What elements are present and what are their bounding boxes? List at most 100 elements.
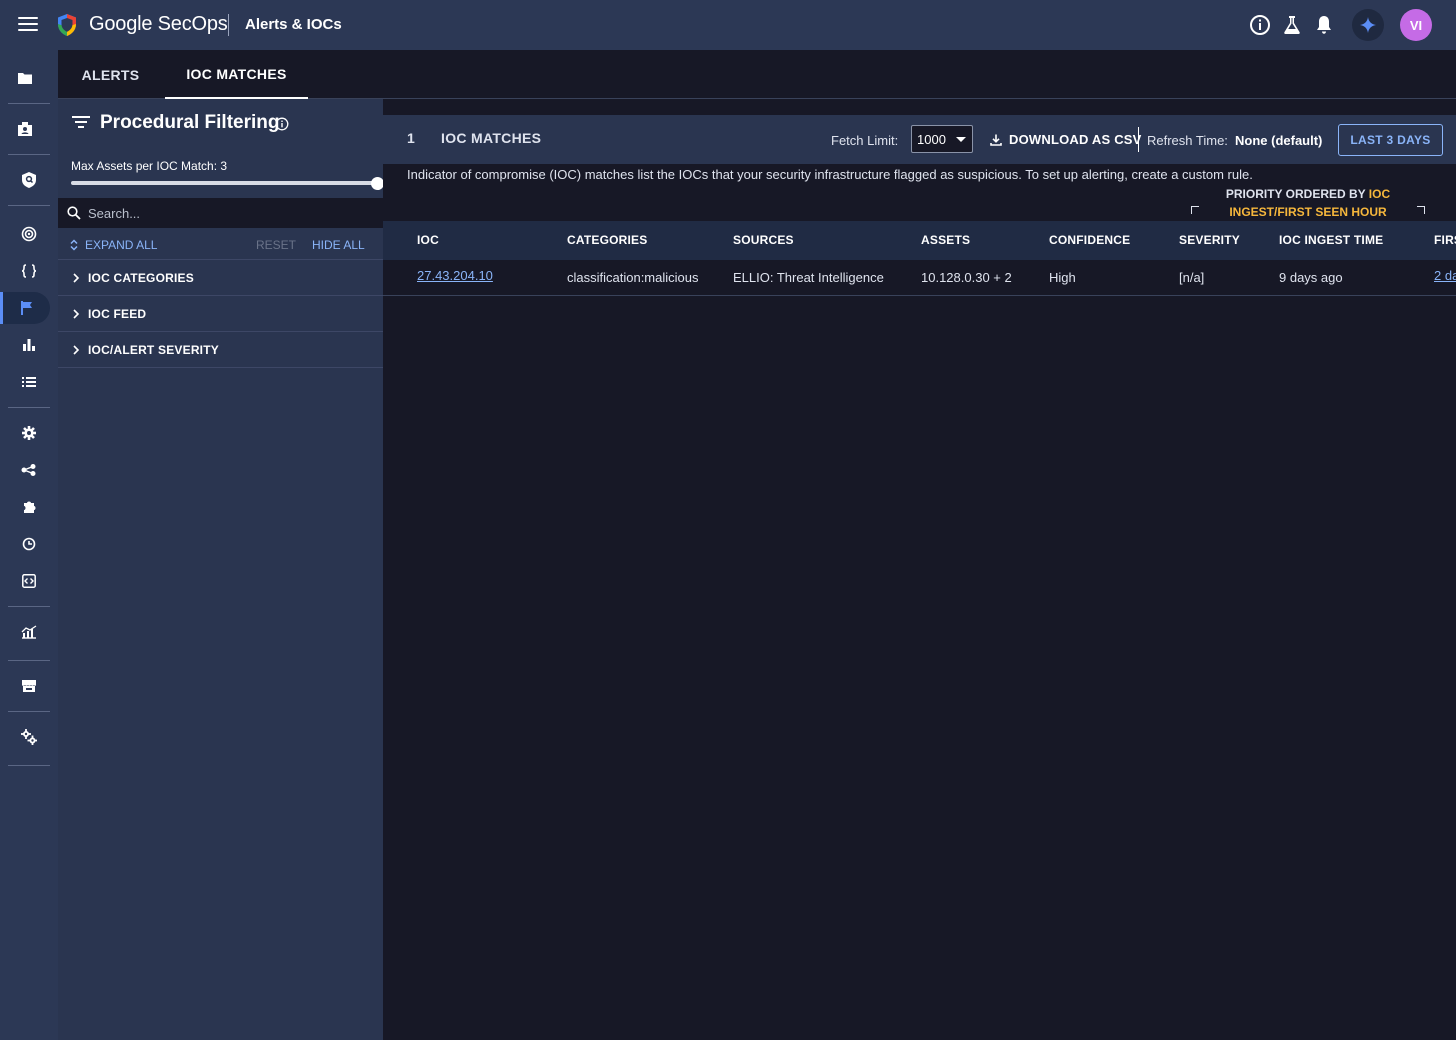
rail-list-icon[interactable] [8,366,50,398]
rail-analytics-icon[interactable] [8,616,50,648]
nav-rail [0,50,58,1040]
rail-divider [8,606,50,607]
rail-divider [8,660,50,661]
rail-integrations-puzzle-icon[interactable] [8,491,50,523]
cell-ingest-time: 9 days ago [1279,270,1343,285]
menu-icon[interactable] [18,17,38,33]
rail-cases-icon[interactable] [0,62,50,94]
rail-admin-gears-icon[interactable] [8,721,50,753]
rail-divider [8,154,50,155]
sparkle-icon [1360,17,1376,33]
col-ioc-ingest-time[interactable]: IOC INGEST TIME [1279,233,1383,247]
filter-list-icon [72,116,90,128]
section-label: IOC/ALERT SEVERITY [88,343,219,357]
rail-divider [8,103,50,104]
procedural-filter-panel: Procedural Filtering Max Assets per IOC … [58,99,384,1040]
dropdown-arrow-icon [956,137,966,142]
ioc-link[interactable]: 27.43.204.10 [417,268,493,283]
table-row[interactable]: 27.43.204.10 classification:malicious EL… [383,260,1456,296]
rail-graph-nodes-icon[interactable] [8,454,50,486]
refresh-time-label: Refresh Time: [1147,133,1228,148]
ioc-matches-main: 1 IOC MATCHES Fetch Limit: 1000 DOWNLOAD… [383,99,1456,1040]
section-ioc-feed[interactable]: IOC FEED [58,296,383,332]
download-icon [990,134,1002,146]
priority-prefix: PRIORITY ORDERED BY [1225,187,1369,201]
section-label: IOC FEED [88,307,147,321]
hide-all-button[interactable]: HIDE ALL [312,238,365,252]
rail-divider [8,407,50,408]
filter-panel-title: Procedural Filtering [100,112,280,133]
matches-toolbar: 1 IOC MATCHES Fetch Limit: 1000 DOWNLOAD… [383,115,1456,164]
match-count: 1 [407,130,415,146]
info-icon[interactable] [1248,13,1272,37]
priority-highlight-ioc: IOC [1368,187,1391,201]
fetch-limit-label: Fetch Limit: [831,133,899,148]
section-ioc-categories[interactable]: IOC CATEGORIES [58,260,383,296]
cell-first-seen-link[interactable]: 2 da [1434,268,1456,283]
download-label: DOWNLOAD AS CSV [1009,132,1142,147]
rail-divider [8,765,50,766]
refresh-time-value[interactable]: None (default) [1235,133,1322,148]
search-icon [67,206,81,220]
max-assets-slider[interactable] [71,176,384,190]
priority-ordering-label: PRIORITY ORDERED BY IOC INGEST/FIRST SEE… [1191,185,1425,221]
download-csv-button[interactable]: DOWNLOAD AS CSV [990,132,1142,147]
chevron-right-icon [73,345,80,355]
ioc-description: Indicator of compromise (IOC) matches li… [407,167,1253,182]
notifications-bell-icon[interactable] [1312,13,1336,37]
bracket-left [1191,206,1199,214]
col-ioc[interactable]: IOC [417,233,439,247]
reset-button[interactable]: RESET [256,238,296,252]
page-tabs: ALERTS IOC MATCHES [58,50,1456,99]
rail-soar-icon[interactable] [0,113,50,145]
cell-severity: [n/a] [1179,270,1205,285]
filter-search [58,198,383,228]
col-categories[interactable]: CATEGORIES [567,233,647,247]
search-input[interactable] [88,202,373,224]
app-title: Alerts & IOCs [245,16,342,33]
col-severity[interactable]: SEVERITY [1179,233,1240,247]
rail-marketplace-store-icon[interactable] [8,670,50,702]
section-label: IOC CATEGORIES [88,271,194,285]
cell-confidence: High [1049,270,1076,285]
rail-dashboards-bar-icon[interactable] [8,329,50,361]
expand-all-button[interactable]: EXPAND ALL [70,238,157,252]
rail-rules-braces-icon[interactable] [8,255,50,287]
fetch-limit-select[interactable]: 1000 [911,125,973,153]
info-icon[interactable] [275,117,289,131]
rail-divider [8,205,50,206]
filter-actions: EXPAND ALL RESET HIDE ALL [58,228,383,260]
rail-settings-gear-icon[interactable] [8,417,50,449]
priority-highlight-hour: INGEST/FIRST SEEN HOUR [1229,205,1387,219]
cell-categories: classification:malicious [567,270,699,285]
user-avatar[interactable]: VI [1400,9,1432,41]
expand-all-label: EXPAND ALL [85,238,158,252]
unfold-more-icon [70,239,78,251]
section-ioc-alert-severity[interactable]: IOC/ALERT SEVERITY [58,332,383,368]
rail-history-clock-icon[interactable] [8,528,50,560]
col-first-seen[interactable]: FIRS [1434,233,1456,247]
chevron-right-icon [73,273,80,283]
secops-logo-icon [58,14,76,36]
toolbar-divider [1138,127,1139,152]
col-assets[interactable]: ASSETS [921,233,970,247]
gemini-sparkle-button[interactable] [1352,9,1384,41]
top-bar: Google SecOps Alerts & IOCs VI [0,0,1456,50]
rail-code-box-icon[interactable] [8,565,50,597]
cell-assets[interactable]: 10.128.0.30 + 2 [921,270,1012,285]
time-range-button[interactable]: LAST 3 DAYS [1338,124,1443,156]
rail-detections-target-icon[interactable] [8,218,50,250]
col-sources[interactable]: SOURCES [733,233,794,247]
rail-alerts-flag-icon[interactable] [0,292,50,324]
fetch-limit-value: 1000 [917,131,946,147]
table-header: IOC CATEGORIES SOURCES ASSETS CONFIDENCE… [383,221,1456,260]
rail-detection-shield-icon[interactable] [8,164,50,196]
tab-alerts[interactable]: ALERTS [58,50,163,99]
labs-flask-icon[interactable] [1280,13,1304,37]
matches-title: IOC MATCHES [441,130,542,146]
chevron-right-icon [73,309,80,319]
bracket-right [1417,206,1425,214]
tab-ioc-matches[interactable]: IOC MATCHES [165,50,308,99]
col-confidence[interactable]: CONFIDENCE [1049,233,1130,247]
brand-divider [228,14,229,36]
